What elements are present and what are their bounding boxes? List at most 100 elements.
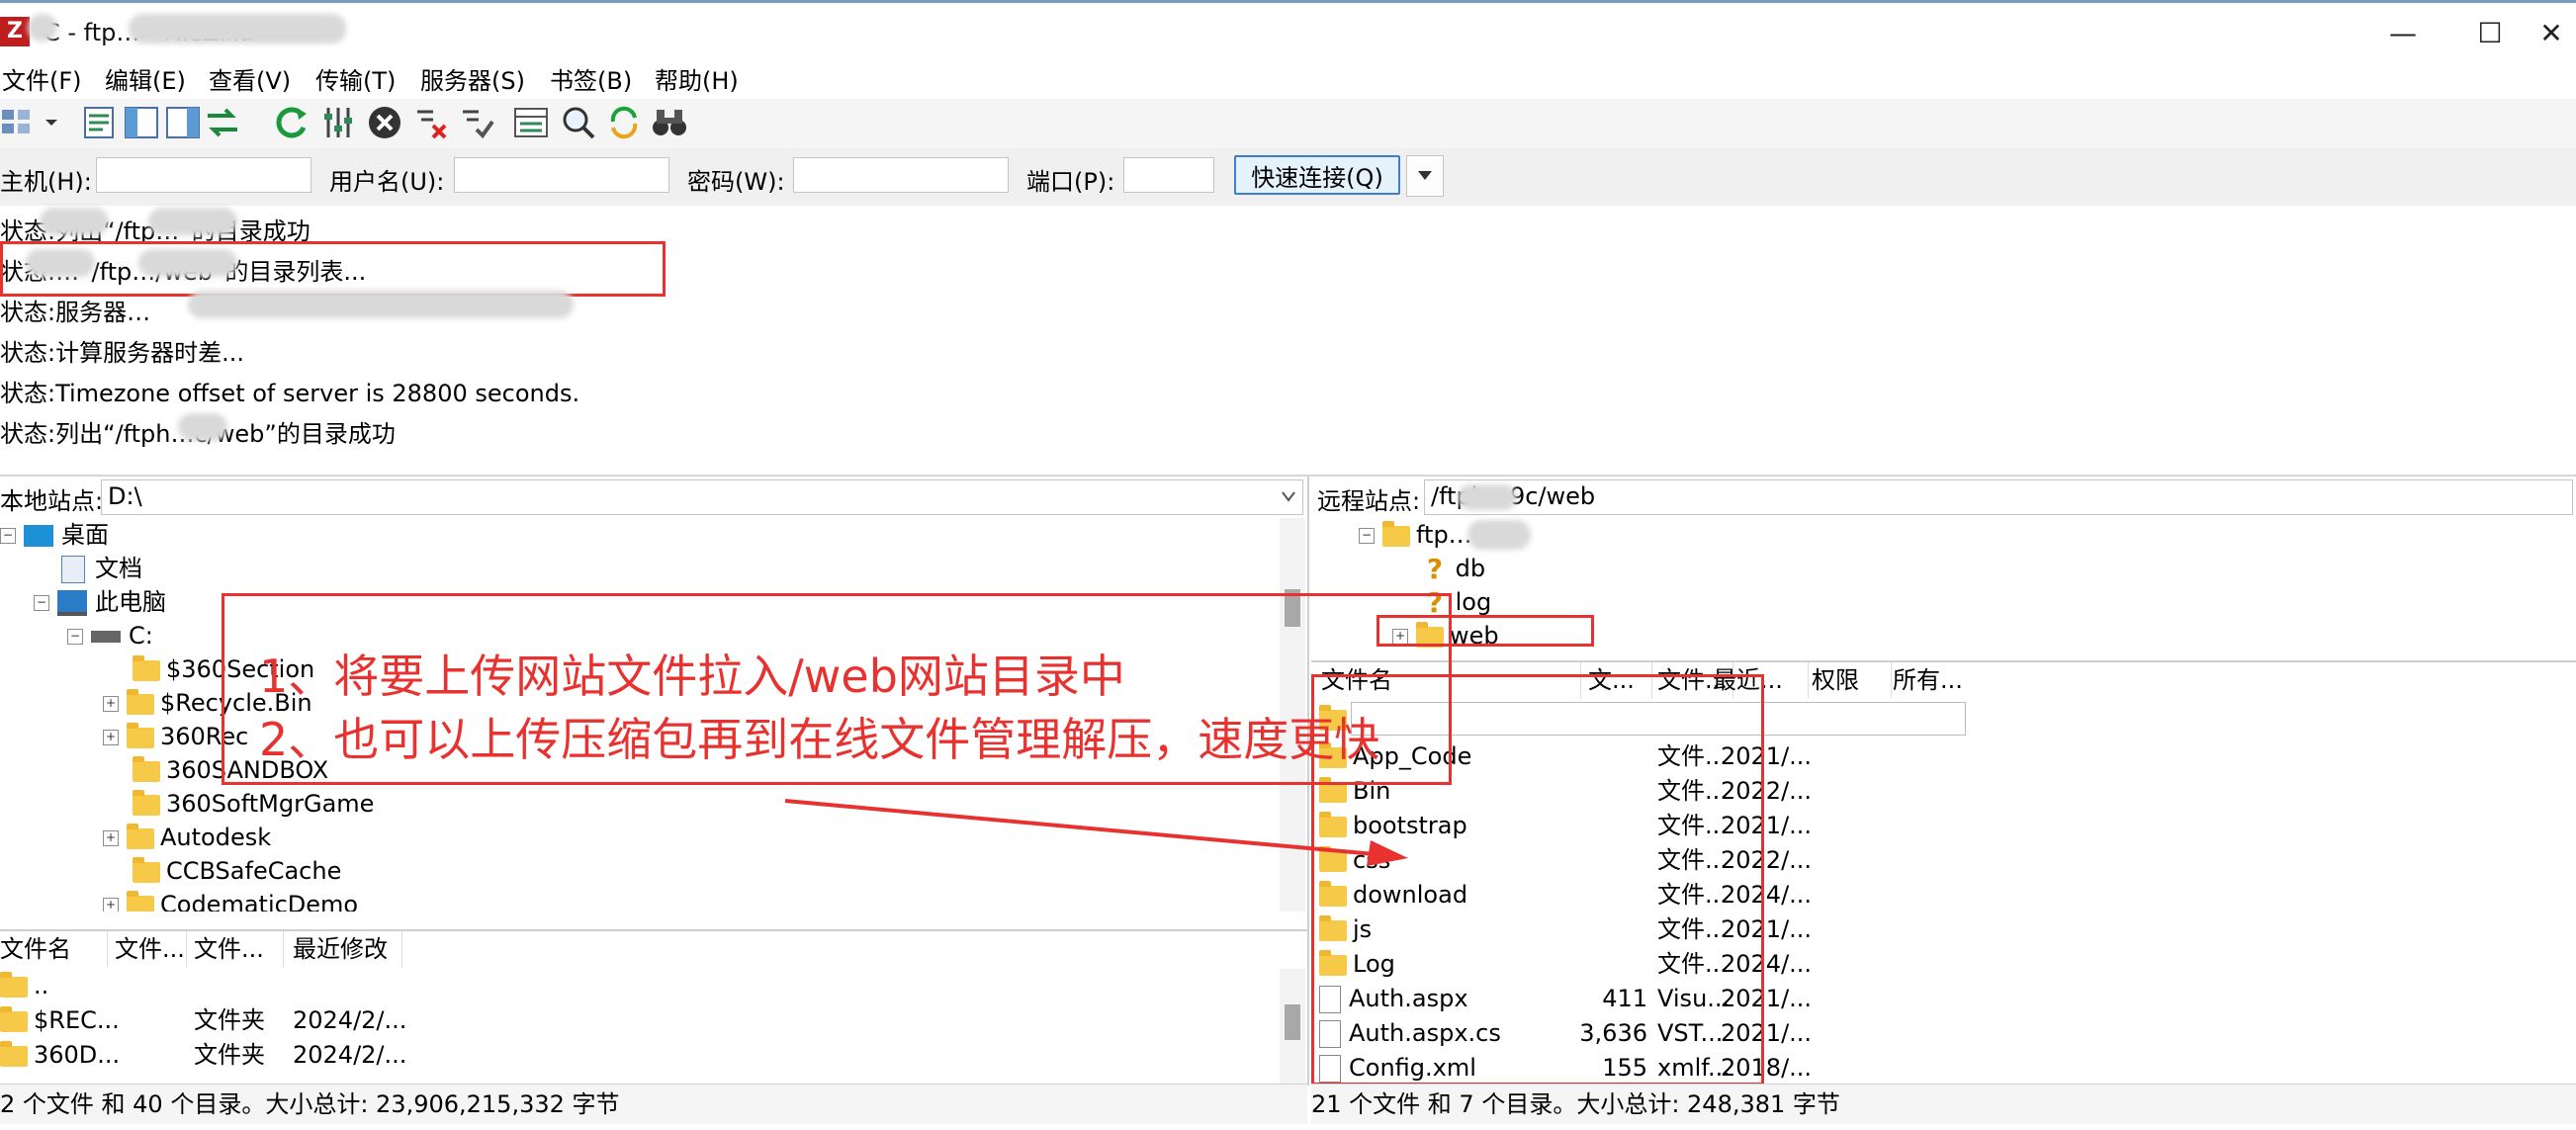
expand-icon[interactable]: + (103, 696, 119, 712)
log-line: 状态:Timezone offset of server is 28800 se… (0, 380, 580, 407)
sync-browse-icon[interactable] (605, 104, 643, 141)
tree-item-folder[interactable]: 360SoftMgrGame (133, 787, 374, 821)
column-header-owner[interactable]: 所有... (1893, 662, 1972, 698)
column-header-modified[interactable]: 最近修改 (293, 931, 402, 967)
username-input[interactable] (454, 157, 669, 193)
transfer-queue-icon[interactable] (204, 104, 241, 141)
redaction (138, 249, 237, 277)
close-icon[interactable]: ✕ (2532, 17, 2571, 50)
folder-icon (133, 856, 160, 883)
tree-item-drive-c[interactable]: − C: (67, 619, 153, 652)
refresh-icon[interactable] (273, 104, 311, 141)
host-input[interactable] (96, 157, 311, 193)
column-header-filename[interactable]: 文件名 (0, 931, 108, 967)
tree-item-db[interactable]: ? db (1422, 552, 1485, 585)
folder-icon (127, 722, 154, 748)
computer-icon (57, 590, 87, 616)
annotation-line-1: 1、将要上传网站文件拉入/web网站目录中 (259, 650, 1125, 703)
chevron-down-icon[interactable] (1281, 490, 1296, 502)
quickconnect-bar: 主机(H): 用户名(U): 密码(W): 端口(P): 快速连接(Q) (0, 148, 2576, 207)
redaction (28, 14, 57, 42)
filezilla-logo-icon: Z (0, 17, 30, 46)
search-icon[interactable] (560, 104, 597, 141)
menu-file[interactable]: 文件(F) (2, 63, 82, 99)
table-row[interactable]: $REC... 文件夹 2024/2/... (0, 1003, 1276, 1038)
tree-item-folder[interactable]: + CodematicDemo (103, 888, 358, 912)
port-label: 端口(P): (1026, 168, 1115, 196)
collapse-icon[interactable]: − (67, 629, 83, 645)
local-status: 2 个文件 和 40 个目录。大小总计: 23,906,215,332 字节 (0, 1084, 1307, 1124)
tree-item-folder[interactable]: + Autodesk (103, 821, 271, 854)
title-bar: Z C - ftp… - FileZilla — ☐ ✕ (0, 0, 2576, 63)
directory-listing-icon[interactable] (512, 104, 550, 141)
filter-icon[interactable] (320, 104, 358, 141)
redaction (40, 208, 109, 235)
minimize-icon[interactable]: — (2383, 17, 2423, 50)
toolbar (0, 99, 2576, 149)
menu-edit[interactable]: 编辑(E) (105, 63, 186, 99)
scrollbar-thumb[interactable] (1285, 1004, 1300, 1040)
expand-icon[interactable]: + (103, 730, 119, 745)
column-header-permissions[interactable]: 权限 (1812, 662, 1892, 698)
toggle-local-tree-icon[interactable] (123, 104, 160, 141)
folder-icon (1382, 520, 1410, 547)
menu-server[interactable]: 服务器(S) (420, 63, 525, 99)
menu-view[interactable]: 查看(V) (209, 63, 291, 99)
remote-file-list: 文件名 文... 文件... 最近... 权限 所有... App_Code 文件… (1311, 660, 2576, 1086)
folder-icon (133, 654, 160, 681)
collapse-icon[interactable]: − (34, 595, 49, 611)
column-header-filetype[interactable]: 文件... (194, 931, 284, 967)
remote-pane: 远程站点: /ftph…9c/web −ftp… ? db ? log +web (1311, 477, 2576, 660)
folder-icon (0, 971, 28, 998)
chevron-down-icon[interactable] (44, 115, 59, 130)
port-input[interactable] (1123, 157, 1214, 193)
chevron-down-icon (1418, 171, 1432, 180)
local-site-path: D:\ (108, 482, 142, 510)
maximize-icon[interactable]: ☐ (2470, 17, 2510, 50)
binoculars-icon[interactable] (651, 104, 688, 141)
collapse-icon[interactable]: − (0, 528, 16, 544)
password-input[interactable] (793, 157, 1009, 193)
folder-icon (133, 755, 160, 782)
unknown-folder-icon: ? (1426, 553, 1444, 585)
site-manager-icon[interactable] (0, 104, 38, 141)
menu-bar: 文件(F) 编辑(E) 查看(V) 传输(T) 服务器(S) 书签(B) 帮助(… (0, 63, 2576, 99)
menu-bookmarks[interactable]: 书签(B) (550, 63, 632, 99)
table-row[interactable]: 360D... 文件夹 2024/2/... (0, 1038, 1276, 1073)
menu-help[interactable]: 帮助(H) (655, 63, 739, 99)
tree-item-root[interactable]: − ftp… (1359, 518, 1472, 552)
log-line: 状态:服务器… (0, 299, 151, 326)
folder-icon (127, 890, 154, 912)
folder-icon (0, 1040, 28, 1067)
remote-site-input[interactable]: /ftph…9c/web (1424, 479, 2573, 515)
annotation-line-2: 2、也可以上传压缩包再到在线文件管理解压，速度更快 (259, 713, 1380, 766)
tree-item-folder[interactable]: CCBSafeCache (133, 854, 341, 888)
expand-icon[interactable]: + (103, 898, 119, 912)
desktop-icon (24, 525, 53, 547)
reconnect-icon[interactable] (459, 104, 496, 141)
quickconnect-button[interactable]: 快速连接(Q) (1234, 155, 1400, 195)
menu-transfer[interactable]: 传输(T) (315, 63, 396, 99)
column-header-filesize[interactable]: 文件... (115, 931, 187, 967)
drive-icon (91, 631, 121, 643)
quickconnect-dropdown[interactable] (1406, 155, 1444, 197)
cancel-icon[interactable] (366, 104, 403, 141)
tree-item-desktop[interactable]: − 桌面 (0, 518, 109, 552)
remote-status: 21 个文件 和 7 个目录。大小总计: 248,381 字节 (1311, 1084, 2576, 1124)
local-site-label: 本地站点: (0, 487, 104, 515)
collapse-icon[interactable]: − (1359, 528, 1375, 544)
table-row[interactable]: .. (0, 969, 48, 1003)
annotation-arrow (784, 799, 1408, 866)
tree-item-documents[interactable]: 文档 (61, 552, 142, 585)
redaction (26, 249, 95, 277)
local-site-input[interactable]: D:\ (101, 479, 1303, 515)
disconnect-icon[interactable] (413, 104, 451, 141)
message-log: 状态:列出“/ftp…”的目录成功 状态:…“/ftp…/web”的目录列表..… (0, 206, 2576, 477)
toggle-remote-tree-icon[interactable] (164, 104, 202, 141)
local-list-scrollbar[interactable] (1280, 969, 1305, 1086)
tree-item-this-pc[interactable]: − 此电脑 (34, 585, 166, 619)
expand-icon[interactable]: + (103, 830, 119, 846)
username-label: 用户名(U): (329, 168, 445, 196)
toggle-log-icon[interactable] (81, 104, 119, 141)
redaction (148, 208, 237, 235)
